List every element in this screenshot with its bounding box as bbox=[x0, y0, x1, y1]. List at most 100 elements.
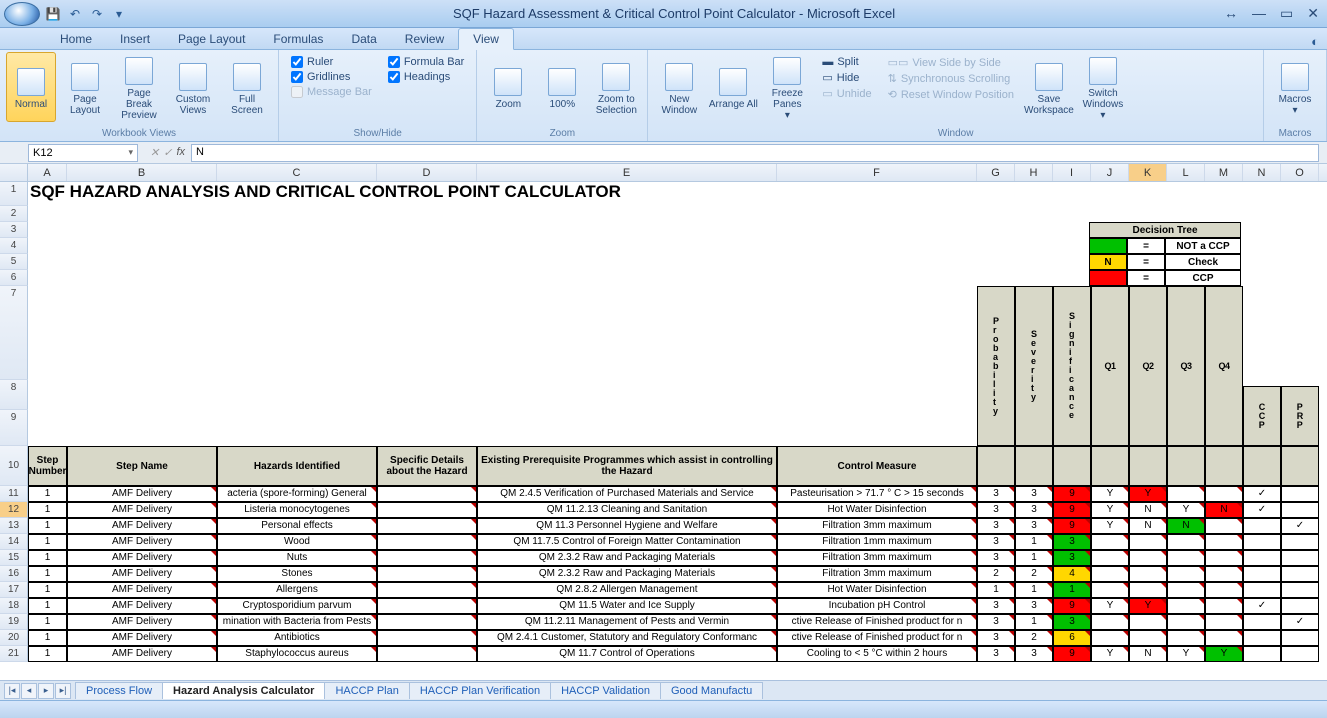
cell-q4[interactable] bbox=[1205, 534, 1243, 550]
undo-icon[interactable]: ↶ bbox=[66, 5, 84, 23]
tab-data[interactable]: Data bbox=[337, 29, 390, 49]
arrange-all-button[interactable]: Arrange All bbox=[708, 52, 758, 122]
cell-programme[interactable]: QM 11.2.11 Management of Pests and Vermi… bbox=[477, 614, 777, 630]
col-A[interactable]: A bbox=[28, 164, 67, 181]
save-workspace-button[interactable]: Save Workspace bbox=[1024, 52, 1074, 122]
zoom-button[interactable]: Zoom bbox=[483, 52, 533, 122]
cell-hazard[interactable]: Personal effects bbox=[217, 518, 377, 534]
cell-significance[interactable]: 4 bbox=[1053, 566, 1091, 582]
cell-q4[interactable] bbox=[1205, 486, 1243, 502]
cell-q3[interactable] bbox=[1167, 550, 1205, 566]
headings-checkbox[interactable]: Headings bbox=[388, 71, 465, 83]
sheet-tab-haccp-plan[interactable]: HACCP Plan bbox=[324, 682, 409, 699]
cell-details[interactable] bbox=[377, 550, 477, 566]
cell-probability[interactable]: 1 bbox=[977, 582, 1015, 598]
zoom-100-button[interactable]: 100% bbox=[537, 52, 587, 122]
cell-step-name[interactable]: AMF Delivery bbox=[67, 486, 217, 502]
row-15[interactable]: 15 bbox=[0, 550, 28, 566]
cell-severity[interactable]: 1 bbox=[1015, 550, 1053, 566]
cell-ccp[interactable]: ✓ bbox=[1243, 486, 1281, 502]
row-1[interactable]: 1 bbox=[0, 182, 28, 206]
cell-severity[interactable]: 1 bbox=[1015, 534, 1053, 550]
cell-details[interactable] bbox=[377, 534, 477, 550]
cell-control[interactable]: Filtration 1mm maximum bbox=[777, 534, 977, 550]
row-18[interactable]: 18 bbox=[0, 598, 28, 614]
cell-step[interactable]: 1 bbox=[28, 486, 67, 502]
cell-significance[interactable]: 9 bbox=[1053, 598, 1091, 614]
col-B[interactable]: B bbox=[67, 164, 217, 181]
cell-step-name[interactable]: AMF Delivery bbox=[67, 614, 217, 630]
page-break-preview-button[interactable]: Page Break Preview bbox=[114, 52, 164, 122]
formula-bar-checkbox[interactable]: Formula Bar bbox=[388, 56, 465, 68]
tab-insert[interactable]: Insert bbox=[106, 29, 164, 49]
cell-control[interactable]: Hot Water Disinfection bbox=[777, 502, 977, 518]
cell-control[interactable]: ctive Release of Finished product for n bbox=[777, 614, 977, 630]
cell-programme[interactable]: QM 11.7.5 Control of Foreign Matter Cont… bbox=[477, 534, 777, 550]
row-2[interactable]: 2 bbox=[0, 206, 28, 222]
formula-input[interactable]: N bbox=[191, 144, 1319, 162]
cell-step-name[interactable]: AMF Delivery bbox=[67, 646, 217, 662]
cell-q3[interactable] bbox=[1167, 486, 1205, 502]
cell-details[interactable] bbox=[377, 646, 477, 662]
cell-q2[interactable] bbox=[1129, 566, 1167, 582]
cell-q4[interactable] bbox=[1205, 566, 1243, 582]
cell-probability[interactable]: 3 bbox=[977, 630, 1015, 646]
spreadsheet-grid[interactable]: 1 SQF HAZARD ANALYSIS AND CRITICAL CONTR… bbox=[0, 182, 1327, 688]
cell-control[interactable]: Filtration 3mm maximum bbox=[777, 566, 977, 582]
col-G[interactable]: G bbox=[977, 164, 1015, 181]
cell-ccp[interactable] bbox=[1243, 566, 1281, 582]
cell-severity[interactable]: 2 bbox=[1015, 630, 1053, 646]
cell-q3[interactable] bbox=[1167, 614, 1205, 630]
restore-move-icon[interactable]: ↔ bbox=[1220, 5, 1242, 22]
cell-programme[interactable]: QM 2.8.2 Allergen Management bbox=[477, 582, 777, 598]
cell-prp[interactable] bbox=[1281, 550, 1319, 566]
sheet-nav-next-icon[interactable]: ▸ bbox=[38, 683, 54, 699]
cell-step-name[interactable]: AMF Delivery bbox=[67, 582, 217, 598]
cell-step[interactable]: 1 bbox=[28, 518, 67, 534]
row-16[interactable]: 16 bbox=[0, 566, 28, 582]
cell-q3[interactable] bbox=[1167, 630, 1205, 646]
cell-step[interactable]: 1 bbox=[28, 646, 67, 662]
cell-q3[interactable] bbox=[1167, 582, 1205, 598]
cell-prp[interactable] bbox=[1281, 646, 1319, 662]
sheet-tab-good-manufactu[interactable]: Good Manufactu bbox=[660, 682, 763, 699]
cell-q1[interactable]: Y bbox=[1091, 502, 1129, 518]
row-11[interactable]: 11 bbox=[0, 486, 28, 502]
cell-probability[interactable]: 2 bbox=[977, 566, 1015, 582]
sheet-nav-first-icon[interactable]: |◂ bbox=[4, 683, 20, 699]
cell-probability[interactable]: 3 bbox=[977, 614, 1015, 630]
sheet-tab-hazard-analysis-calculator[interactable]: Hazard Analysis Calculator bbox=[162, 682, 325, 699]
cell-ccp[interactable] bbox=[1243, 518, 1281, 534]
cell-step[interactable]: 1 bbox=[28, 582, 67, 598]
sheet-tab-haccp-validation[interactable]: HACCP Validation bbox=[550, 682, 661, 699]
cell-step[interactable]: 1 bbox=[28, 630, 67, 646]
cell-programme[interactable]: QM 11.7 Control of Operations bbox=[477, 646, 777, 662]
close-icon[interactable]: ✕ bbox=[1303, 5, 1323, 22]
cell-q2[interactable] bbox=[1129, 582, 1167, 598]
cell-q4[interactable] bbox=[1205, 614, 1243, 630]
cell-programme[interactable]: QM 2.3.2 Raw and Packaging Materials bbox=[477, 550, 777, 566]
tab-formulas[interactable]: Formulas bbox=[259, 29, 337, 49]
cell-step-name[interactable]: AMF Delivery bbox=[67, 518, 217, 534]
col-N[interactable]: N bbox=[1243, 164, 1281, 181]
new-window-button[interactable]: New Window bbox=[654, 52, 704, 122]
cell-programme[interactable]: QM 2.4.5 Verification of Purchased Mater… bbox=[477, 486, 777, 502]
row-19[interactable]: 19 bbox=[0, 614, 28, 630]
cell-hazard[interactable]: Antibiotics bbox=[217, 630, 377, 646]
custom-views-button[interactable]: Custom Views bbox=[168, 52, 218, 122]
cell-step[interactable]: 1 bbox=[28, 534, 67, 550]
switch-windows-button[interactable]: Switch Windows▾ bbox=[1078, 52, 1128, 122]
sheet-nav-prev-icon[interactable]: ◂ bbox=[21, 683, 37, 699]
cell-significance[interactable]: 9 bbox=[1053, 486, 1091, 502]
cell-q1[interactable] bbox=[1091, 614, 1129, 630]
cell-q1[interactable]: Y bbox=[1091, 646, 1129, 662]
row-7[interactable]: 7 bbox=[0, 286, 28, 380]
cell-q1[interactable]: Y bbox=[1091, 518, 1129, 534]
cell-q2[interactable] bbox=[1129, 630, 1167, 646]
cell-q2[interactable]: N bbox=[1129, 502, 1167, 518]
minimize-icon[interactable]: — bbox=[1248, 5, 1270, 22]
name-box[interactable]: K12▾ bbox=[28, 144, 138, 162]
cell-hazard[interactable]: Wood bbox=[217, 534, 377, 550]
cell-hazard[interactable]: Listeria monocytogenes bbox=[217, 502, 377, 518]
col-I[interactable]: I bbox=[1053, 164, 1091, 181]
